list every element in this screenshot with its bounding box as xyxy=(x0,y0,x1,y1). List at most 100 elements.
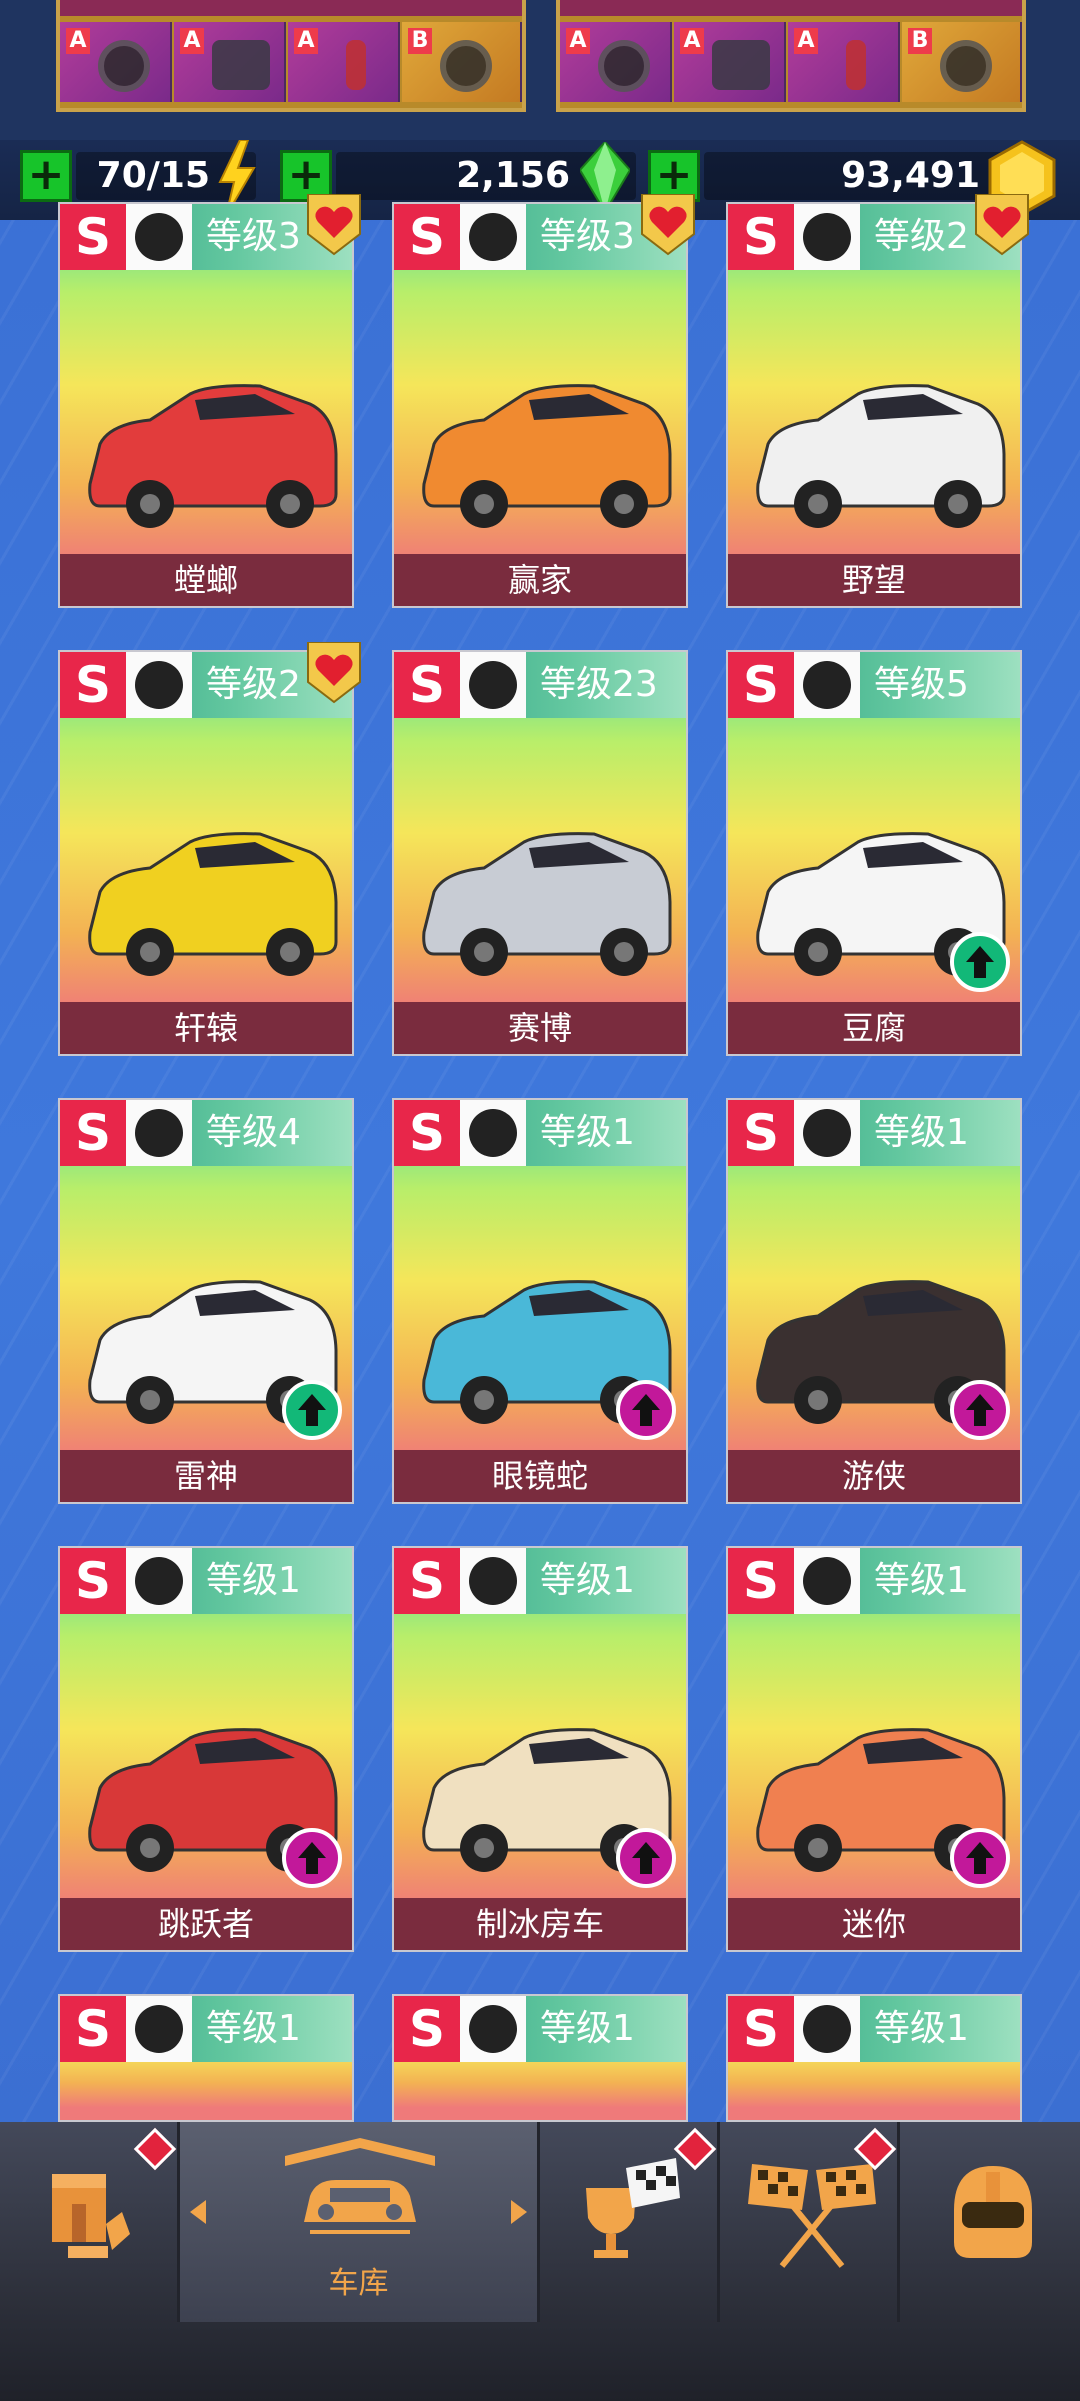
car-image xyxy=(88,384,338,528)
upgrade-arrow-icon[interactable] xyxy=(282,1828,342,1888)
suspension-icon xyxy=(346,40,366,90)
crown-icon xyxy=(135,661,183,709)
car-card[interactable]: S 等级3 螳螂 xyxy=(58,202,354,608)
car-name: 雷神 xyxy=(60,1450,352,1502)
part-grade: B xyxy=(908,28,932,54)
level-label: 等级3 xyxy=(206,216,301,257)
upgrade-arrow-icon[interactable] xyxy=(282,1380,342,1440)
tire-icon xyxy=(940,40,992,92)
nav-race[interactable] xyxy=(720,2122,900,2322)
prev-arrow-icon[interactable] xyxy=(190,2200,206,2224)
class-badge xyxy=(126,652,192,718)
car-card[interactable]: S 等级2 野望 xyxy=(726,202,1022,608)
nav-garage[interactable]: 车库 xyxy=(180,2122,540,2322)
part-slot-tire[interactable]: B xyxy=(402,22,522,102)
shop-icon xyxy=(52,2174,130,2258)
upgrade-arrow-icon[interactable] xyxy=(616,1380,676,1440)
level-label: 等级3 xyxy=(540,216,635,257)
favorite-heart-icon[interactable] xyxy=(638,193,698,256)
car-card[interactable]: S 等级23 赛博 xyxy=(392,650,688,1056)
car-card[interactable]: S 等级1 跳跃者 xyxy=(58,1546,354,1952)
favorite-heart-icon[interactable] xyxy=(304,641,364,704)
level-label: 等级4 xyxy=(206,1112,301,1153)
car-name: 跳跃者 xyxy=(60,1898,352,1950)
nav-events[interactable] xyxy=(540,2122,720,2322)
car-card[interactable]: S 等级1 xyxy=(726,1994,1022,2122)
race-flags-icon xyxy=(748,2164,876,2268)
car-name: 制冰房车 xyxy=(394,1898,686,1950)
class-badge xyxy=(126,1548,192,1614)
part-slot-turbo[interactable]: A xyxy=(560,22,672,102)
bottom-nav: 车库 xyxy=(0,2122,1080,2401)
favorite-heart-icon[interactable] xyxy=(304,193,364,256)
rank-badge: S xyxy=(394,652,460,718)
favorite-heart-icon[interactable] xyxy=(972,193,1032,256)
rank-badge: S xyxy=(728,652,794,718)
upgrade-arrow-icon[interactable] xyxy=(950,1380,1010,1440)
part-grade: A xyxy=(294,28,318,54)
car-card[interactable]: S 等级5 豆腐 xyxy=(726,650,1022,1056)
class-badge xyxy=(126,1100,192,1166)
upgrade-arrow-icon[interactable] xyxy=(616,1828,676,1888)
upgrade-arrow-icon[interactable] xyxy=(950,932,1010,992)
part-slot-tire[interactable]: B xyxy=(902,22,1022,102)
car-card[interactable]: S 等级1 xyxy=(58,1994,354,2122)
car-name: 轩辕 xyxy=(60,1002,352,1054)
car-name: 野望 xyxy=(728,554,1020,606)
rank-badge: S xyxy=(60,1548,126,1614)
rank-badge: S xyxy=(60,1100,126,1166)
part-slot-suspension[interactable]: A xyxy=(788,22,900,102)
level-label: 等级1 xyxy=(874,2008,969,2049)
coins-value: 93,491 xyxy=(841,155,980,196)
part-slot-ecu[interactable]: A xyxy=(674,22,786,102)
car-card[interactable]: S 等级3 赢家 xyxy=(392,202,688,608)
car-card[interactable]: S 等级1 xyxy=(392,1994,688,2122)
level-label: 等级1 xyxy=(540,1112,635,1153)
class-badge xyxy=(794,652,860,718)
rank-badge: S xyxy=(394,1548,460,1614)
notification-badge xyxy=(133,2127,177,2171)
car-card[interactable]: S 等级1 眼镜蛇 xyxy=(392,1098,688,1504)
class-badge xyxy=(460,1996,526,2062)
rank-badge: S xyxy=(728,1996,794,2062)
car-name: 眼镜蛇 xyxy=(394,1450,686,1502)
crown-icon xyxy=(135,1109,183,1157)
upgrade-arrow-icon[interactable] xyxy=(950,1828,1010,1888)
car-card[interactable]: S 等级1 游侠 xyxy=(726,1098,1022,1504)
road-icon xyxy=(469,1109,517,1157)
nav-shop[interactable] xyxy=(0,2122,180,2322)
class-badge xyxy=(794,1996,860,2062)
road-icon xyxy=(135,213,183,261)
part-grade: A xyxy=(66,28,90,54)
road-icon xyxy=(803,661,851,709)
garage-icon xyxy=(285,2138,435,2234)
nav-profile[interactable] xyxy=(900,2122,1080,2322)
car-card[interactable]: S 等级1 制冰房车 xyxy=(392,1546,688,1952)
horse-icon xyxy=(469,213,517,261)
add-energy-button[interactable]: + xyxy=(20,150,72,202)
next-arrow-icon[interactable] xyxy=(511,2200,527,2224)
horse-icon xyxy=(469,1557,517,1605)
parts-card-right[interactable]: A A A B xyxy=(556,0,1026,112)
car-name: 赢家 xyxy=(394,554,686,606)
part-slot-turbo[interactable]: A xyxy=(60,22,172,102)
part-grade: A xyxy=(180,28,204,54)
rank-badge: S xyxy=(394,204,460,270)
parts-card-left[interactable]: A A A B xyxy=(56,0,526,112)
car-name: 迷你 xyxy=(728,1898,1020,1950)
class-badge xyxy=(126,204,192,270)
class-badge xyxy=(460,652,526,718)
tire-icon xyxy=(440,40,492,92)
car-card[interactable]: S 等级2 轩辕 xyxy=(58,650,354,1056)
part-slot-ecu[interactable]: A xyxy=(174,22,286,102)
horse-icon xyxy=(803,2005,851,2053)
energy-value: 70/15 xyxy=(96,155,210,196)
car-name: 螳螂 xyxy=(60,554,352,606)
car-card[interactable]: S 等级4 雷神 xyxy=(58,1098,354,1504)
wheel-icon xyxy=(803,213,851,261)
part-grade: A xyxy=(794,28,818,54)
part-slot-suspension[interactable]: A xyxy=(288,22,400,102)
turbo-icon xyxy=(598,40,650,92)
rank-badge: S xyxy=(60,204,126,270)
car-card[interactable]: S 等级1 迷你 xyxy=(726,1546,1022,1952)
